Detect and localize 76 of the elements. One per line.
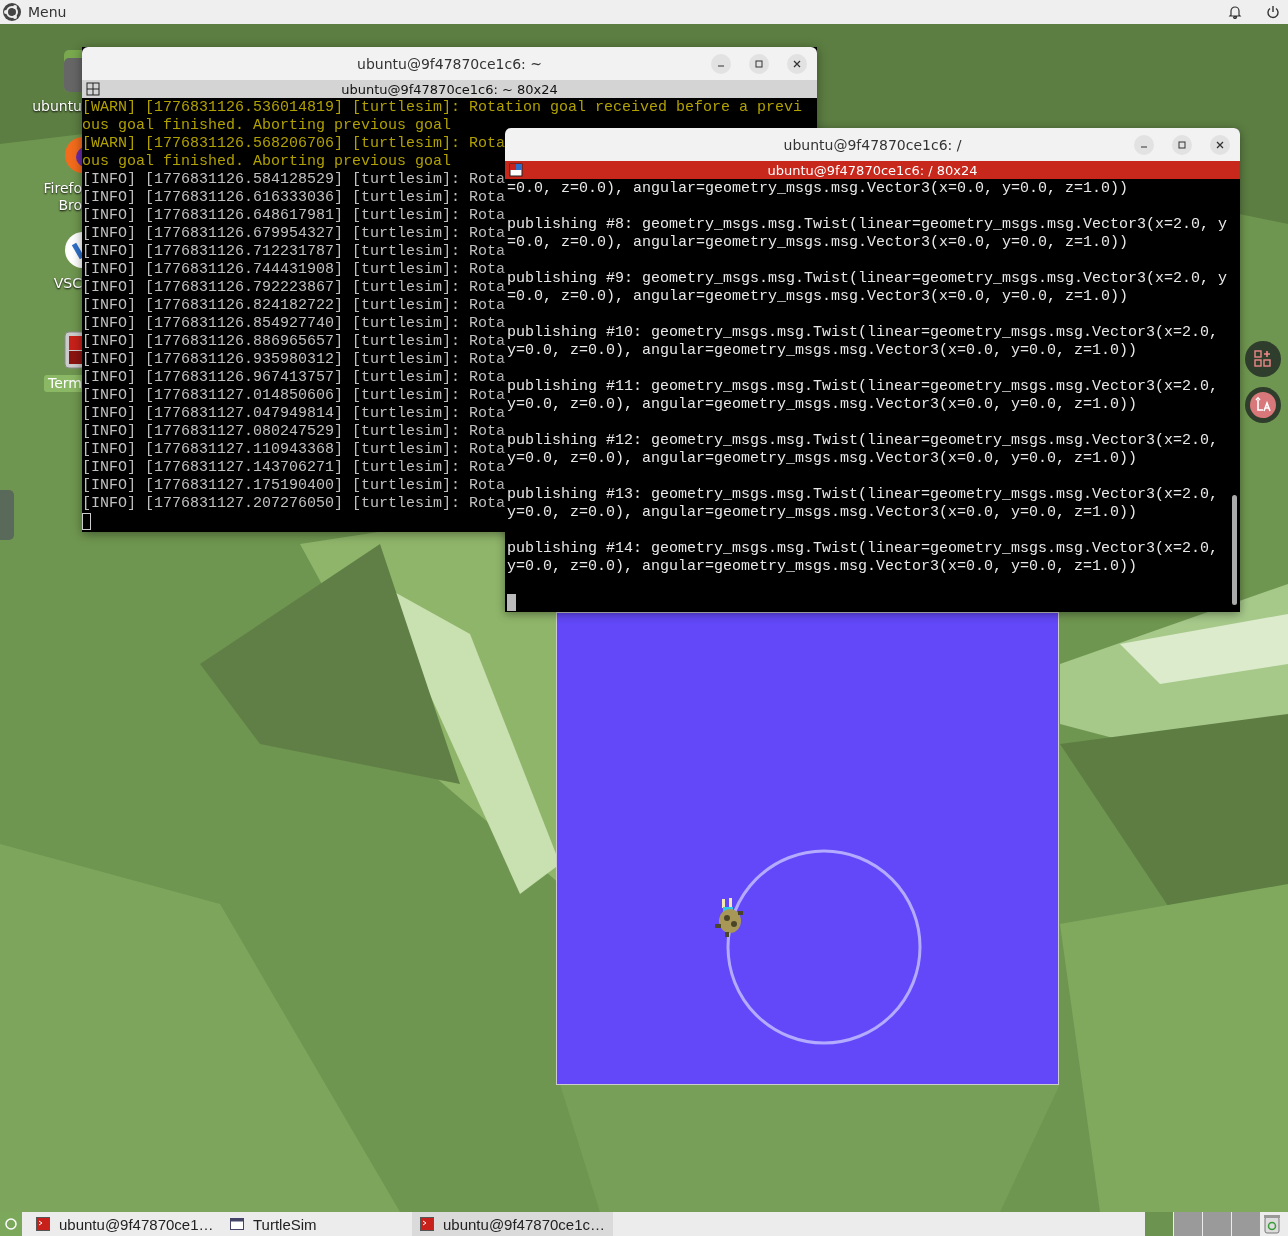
log-line: [INFO] [1776831127.047949814] [turtlesim]: Rota: [82, 405, 506, 423]
output-line: publishing #11: geometry_msgs.msg.Twist(linear=geometry_msgs.msg.Vector3(x=2.0,: [507, 378, 1219, 396]
output-line: =0.0, z=0.0), angular=geometry_msgs.msg.Vector3(x=0.0, y=0.0, z=1.0)): [507, 288, 1129, 306]
maximize-button[interactable]: [749, 54, 769, 74]
maximize-icon: [754, 59, 764, 69]
terminal-tab[interactable]: ubuntu@9f47870ce1c6: ~ 80x24: [82, 80, 817, 98]
taskbar-item[interactable]: ubuntu@9f47870ce1c…: [412, 1212, 613, 1236]
close-icon: [792, 59, 802, 69]
log-line: [INFO] [1776831126.712231787] [turtlesim]: Rota: [82, 243, 506, 261]
turtle-drawing: [715, 898, 743, 937]
output-line: =0.0, z=0.0), angular=geometry_msgs.msg.Vector3(x=0.0, y=0.0, z=1.0)): [507, 234, 1129, 252]
close-button[interactable]: [1210, 135, 1230, 155]
scrollbar-thumb[interactable]: [1232, 495, 1237, 605]
minimize-button[interactable]: [711, 54, 731, 74]
log-line: [INFO] [1776831126.935980312] [turtlesim]: Rota: [82, 351, 506, 369]
folder-icon[interactable]: [64, 50, 82, 92]
log-line: [WARN] [1776831126.536014819] [turtlesim]: Rotation goal received before a previ: [82, 99, 803, 117]
log-line: [INFO] [1776831126.648617981] [turtlesim]: Rota: [82, 207, 506, 225]
panel-handle[interactable]: [0, 490, 14, 540]
maximize-button[interactable]: [1172, 135, 1192, 155]
close-button[interactable]: [787, 54, 807, 74]
log-line: [INFO] [1776831126.792223867] [turtlesim]: Rota: [82, 279, 506, 297]
circle-icon: [5, 1218, 17, 1230]
output-line: y=0.0, z=0.0), angular=geometry_msgs.msg.Vector3(x=0.0, y=0.0, z=1.0)): [507, 558, 1138, 576]
output-line: publishing #13: geometry_msgs.msg.Twist(linear=geometry_msgs.msg.Vector3(x=2.0,: [507, 486, 1219, 504]
log-line: [INFO] [1776831126.616333036] [turtlesim]: Rota: [82, 189, 506, 207]
output-line: y=0.0, z=0.0), angular=geometry_msgs.msg.Vector3(x=0.0, y=0.0, z=1.0)): [507, 396, 1138, 414]
trash-icon[interactable]: [1264, 1214, 1280, 1234]
log-line: [INFO] [1776831127.080247529] [turtlesim]: Rota: [82, 423, 506, 441]
window-title: ubuntu@9f47870ce1c6: ~: [357, 55, 542, 72]
output-line: y=0.0, z=0.0), angular=geometry_msgs.msg.Vector3(x=0.0, y=0.0, z=1.0)): [507, 450, 1138, 468]
menu-button[interactable]: Menu: [2, 2, 67, 22]
layout-icon[interactable]: [509, 163, 523, 177]
log-line: [INFO] [1776831127.175190400] [turtlesim]: Rota: [82, 477, 506, 495]
log-line: [INFO] [1776831126.744431908] [turtlesim]: Rota: [82, 261, 506, 279]
grid-icon: [1254, 350, 1272, 368]
terminal-icon: [420, 1217, 434, 1231]
log-line: [INFO] [1776831127.207276050] [turtlesim]: Rota: [82, 495, 506, 513]
text-cursor: [507, 594, 516, 611]
output-line: y=0.0, z=0.0), angular=geometry_msgs.msg.Vector3(x=0.0, y=0.0, z=1.0)): [507, 342, 1138, 360]
terminal-tab[interactable]: ubuntu@9f47870ce1c6: / 80x24: [505, 161, 1240, 179]
output-line: publishing #10: geometry_msgs.msg.Twist(linear=geometry_msgs.msg.Vector3(x=2.0,: [507, 324, 1219, 342]
window-title: ubuntu@9f47870ce1c6: /: [783, 136, 962, 153]
power-icon[interactable]: [1266, 5, 1280, 19]
start-button[interactable]: [0, 1212, 22, 1236]
minimize-button[interactable]: [1134, 135, 1154, 155]
log-line: ous goal finished. Aborting previous goal: [82, 153, 452, 171]
log-line: [INFO] [1776831127.014850606] [turtlesim]: Rota: [82, 387, 506, 405]
terminal-icon: [36, 1217, 50, 1231]
log-line: [INFO] [1776831126.679954327] [turtlesim]: Rota: [82, 225, 506, 243]
icon-label[interactable]: ubuntu: [28, 98, 82, 115]
output-line: publishing #9: geometry_msgs.msg.Twist(linear=geometry_msgs.msg.Vector3(x=2.0, y: [507, 270, 1228, 288]
maximize-icon: [1177, 140, 1187, 150]
log-line: [INFO] [1776831126.886965657] [turtlesim]: Rota: [82, 333, 506, 351]
terminal-icon[interactable]: [64, 331, 82, 369]
output-line: y=0.0, z=0.0), angular=geometry_msgs.msg.Vector3(x=0.0, y=0.0, z=1.0)): [507, 504, 1138, 522]
log-line: [INFO] [1776831126.824182722] [turtlesim]: Rota: [82, 297, 506, 315]
taskbar-item[interactable]: ubuntu@9f47870ce1…: [28, 1212, 222, 1236]
output-line: =0.0, z=0.0), angular=geometry_msgs.msg.Vector3(x=0.0, y=0.0, z=1.0)): [507, 180, 1129, 198]
log-line: [INFO] [1776831126.967413757] [turtlesim]: Rota: [82, 369, 506, 387]
output-line: publishing #14: geometry_msgs.msg.Twist(linear=geometry_msgs.msg.Vector3(x=2.0,: [507, 540, 1219, 558]
log-line: [WARN] [1776831126.568206706] [turtlesim]: Rota: [82, 135, 506, 153]
close-icon: [1215, 140, 1225, 150]
log-line: [INFO] [1776831126.584128529] [turtlesim]: Rota: [82, 171, 506, 189]
window-icon: [230, 1218, 244, 1230]
bell-icon[interactable]: [1228, 5, 1242, 19]
output-line: publishing #12: geometry_msgs.msg.Twist(linear=geometry_msgs.msg.Vector3(x=2.0,: [507, 432, 1219, 450]
output-line: publishing #8: geometry_msgs.msg.Twist(linear=geometry_msgs.msg.Vector3(x=2.0, y: [507, 216, 1228, 234]
log-line: [INFO] [1776831127.110943368] [turtlesim]: Rota: [82, 441, 506, 459]
text-cursor: [82, 513, 91, 530]
translate-icon: [1250, 392, 1276, 418]
taskbar-item[interactable]: TurtleSim: [222, 1212, 412, 1236]
log-line: ous goal finished. Aborting previous goal: [82, 117, 452, 135]
log-line: [INFO] [1776831127.143706271] [turtlesim]: Rota: [82, 459, 506, 477]
log-line: [INFO] [1776831126.854927740] [turtlesim]: Rota: [82, 315, 506, 333]
layout-icon[interactable]: [86, 82, 100, 96]
